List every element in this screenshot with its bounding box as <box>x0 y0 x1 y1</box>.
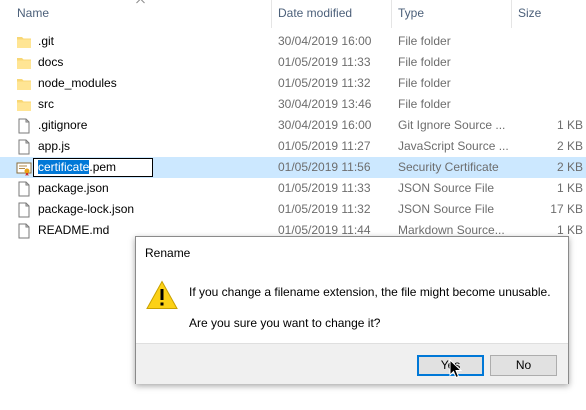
rename-selected-text: certificate <box>38 160 90 174</box>
column-name-header[interactable]: Name <box>17 0 49 28</box>
rename-extension: .pem <box>89 160 117 174</box>
no-button[interactable]: No <box>490 355 557 376</box>
file-size: 1 KB <box>556 181 583 195</box>
column-size-header[interactable]: Size <box>518 0 541 28</box>
file-icon <box>18 139 30 155</box>
file-icon <box>18 181 30 197</box>
file-type: File folder <box>398 97 451 111</box>
file-type: JSON Source File <box>398 202 495 216</box>
file-row[interactable]: package.json 01/05/2019 11:33 JSON Sourc… <box>0 178 586 199</box>
file-icon <box>18 223 30 239</box>
file-date: 30/04/2019 16:00 <box>278 34 372 48</box>
file-name: package.json <box>38 181 109 195</box>
warning-icon <box>146 280 178 309</box>
file-type: JavaScript Source ... <box>398 139 509 153</box>
file-size: 2 KB <box>556 160 583 174</box>
dialog-button-bar: Yes No <box>136 343 568 384</box>
file-date: 01/05/2019 11:32 <box>278 202 371 216</box>
rename-dialog: Rename If you change a filename extensio… <box>135 236 569 384</box>
file-name: package-lock.json <box>38 202 135 216</box>
column-divider[interactable] <box>511 0 512 28</box>
file-size: 2 KB <box>556 139 583 153</box>
file-type: File folder <box>398 34 451 48</box>
column-date-header[interactable]: Date modified <box>278 0 352 28</box>
file-date: 01/05/2019 11:32 <box>278 76 371 90</box>
file-row[interactable]: app.js 01/05/2019 11:27 JavaScript Sourc… <box>0 136 586 157</box>
file-row[interactable]: docs 01/05/2019 11:33 File folder <box>0 52 586 73</box>
file-type: Git Ignore Source ... <box>398 118 506 132</box>
file-row[interactable]: src 30/04/2019 13:46 File folder <box>0 94 586 115</box>
file-row[interactable]: .gitignore 30/04/2019 16:00 Git Ignore S… <box>0 115 586 136</box>
file-name: .git <box>38 34 55 48</box>
column-header: Name Date modified Type Size <box>0 0 586 28</box>
dialog-message: If you change a filename extension, the … <box>189 285 551 299</box>
file-size: 1 KB <box>556 118 583 132</box>
file-name: docs <box>38 55 64 69</box>
column-type-header[interactable]: Type <box>398 0 424 28</box>
certificate-icon <box>16 162 32 176</box>
file-type: File folder <box>398 76 451 90</box>
file-date: 30/04/2019 16:00 <box>278 118 372 132</box>
file-type: Security Certificate <box>398 160 499 174</box>
file-date: 01/05/2019 11:33 <box>278 181 371 195</box>
file-date: 30/04/2019 13:46 <box>278 97 372 111</box>
file-row[interactable]: package-lock.json 01/05/2019 11:32 JSON … <box>0 199 586 220</box>
dialog-question: Are you sure you want to change it? <box>189 316 381 330</box>
rename-input[interactable]: certificate.pem <box>33 158 153 177</box>
folder-icon <box>17 79 31 90</box>
folder-icon <box>17 58 31 69</box>
sort-ascending-icon <box>136 0 145 4</box>
file-type: JSON Source File <box>398 181 495 195</box>
file-row-selected[interactable]: certificate.pem 01/05/2019 11:56 Securit… <box>0 157 586 178</box>
file-name: node_modules <box>38 76 117 90</box>
file-name: README.md <box>38 223 110 237</box>
file-row[interactable]: node_modules 01/05/2019 11:32 File folde… <box>0 73 586 94</box>
file-type: File folder <box>398 55 451 69</box>
file-row[interactable]: .git 30/04/2019 16:00 File folder <box>0 31 586 52</box>
file-date: 01/05/2019 11:27 <box>278 139 371 153</box>
file-icon <box>18 202 30 218</box>
file-date: 01/05/2019 11:33 <box>278 55 371 69</box>
column-divider[interactable] <box>391 0 392 28</box>
file-date: 01/05/2019 11:56 <box>278 160 371 174</box>
file-icon <box>18 118 30 134</box>
folder-icon <box>17 100 31 111</box>
folder-icon <box>17 37 31 48</box>
file-size: 17 KB <box>550 202 583 216</box>
dialog-title: Rename <box>145 246 191 260</box>
file-name: src <box>38 97 54 111</box>
mouse-cursor-icon <box>449 359 463 379</box>
column-divider[interactable] <box>271 0 272 28</box>
file-name: app.js <box>38 139 71 153</box>
file-name: .gitignore <box>38 118 88 132</box>
